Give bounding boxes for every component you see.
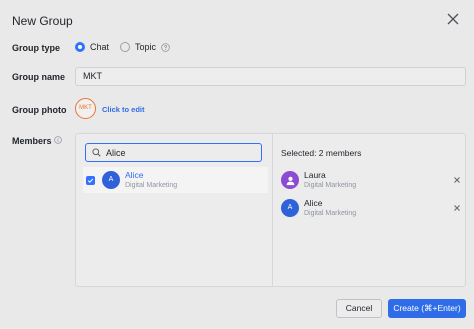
dialog-title: New Group — [12, 14, 73, 28]
selected-member-row: A Alice Digital Marketing — [281, 197, 461, 219]
radio-topic-label: Topic — [135, 42, 157, 52]
radio-topic[interactable]: Topic — [120, 42, 170, 52]
question-icon[interactable] — [161, 42, 170, 52]
avatar: A — [102, 171, 120, 189]
group-name-label: Group name — [12, 72, 66, 82]
group-photo-label: Group photo — [12, 105, 67, 115]
selected-department: Digital Marketing — [304, 209, 357, 217]
remove-member-icon[interactable] — [453, 176, 461, 184]
radio-chat[interactable]: Chat — [75, 42, 109, 52]
close-icon[interactable] — [446, 12, 460, 26]
radio-chat-label: Chat — [90, 42, 110, 52]
avatar: A — [281, 199, 299, 217]
radio-chat-indicator[interactable] — [75, 42, 85, 52]
edit-photo-link[interactable]: Click to edit — [102, 105, 145, 114]
result-name: Alice — [125, 169, 144, 180]
selected-member-row: Laura Digital Marketing — [281, 169, 461, 191]
members-label: Members — [12, 136, 52, 146]
member-search-input[interactable]: Alice — [85, 143, 262, 162]
group-photo-avatar[interactable]: MKT — [75, 98, 96, 119]
cancel-button[interactable]: Cancel — [336, 299, 382, 318]
create-button[interactable]: Create (⌘+Enter) — [388, 299, 466, 318]
group-name-input[interactable]: MKT — [75, 67, 466, 86]
search-value: Alice — [106, 147, 126, 158]
user-icon — [281, 171, 299, 189]
members-panel: Alice A Alice Digital Marketing Selected… — [75, 133, 466, 287]
selected-department: Digital Marketing — [304, 181, 357, 189]
group-type-label: Group type — [12, 43, 61, 53]
selected-name: Alice — [304, 197, 323, 208]
new-group-dialog: New Group Group type Chat Topic Group na… — [0, 0, 474, 329]
panel-divider — [272, 134, 273, 286]
result-checkbox[interactable] — [86, 175, 95, 185]
result-department: Digital Marketing — [125, 181, 178, 189]
radio-topic-indicator[interactable] — [120, 42, 130, 52]
selected-name: Laura — [304, 169, 326, 180]
selected-count: Selected: 2 members — [281, 148, 362, 158]
remove-member-icon[interactable] — [453, 204, 461, 212]
search-result-row[interactable]: A Alice Digital Marketing — [83, 167, 268, 193]
search-icon — [92, 148, 101, 157]
info-icon[interactable] — [54, 136, 62, 144]
